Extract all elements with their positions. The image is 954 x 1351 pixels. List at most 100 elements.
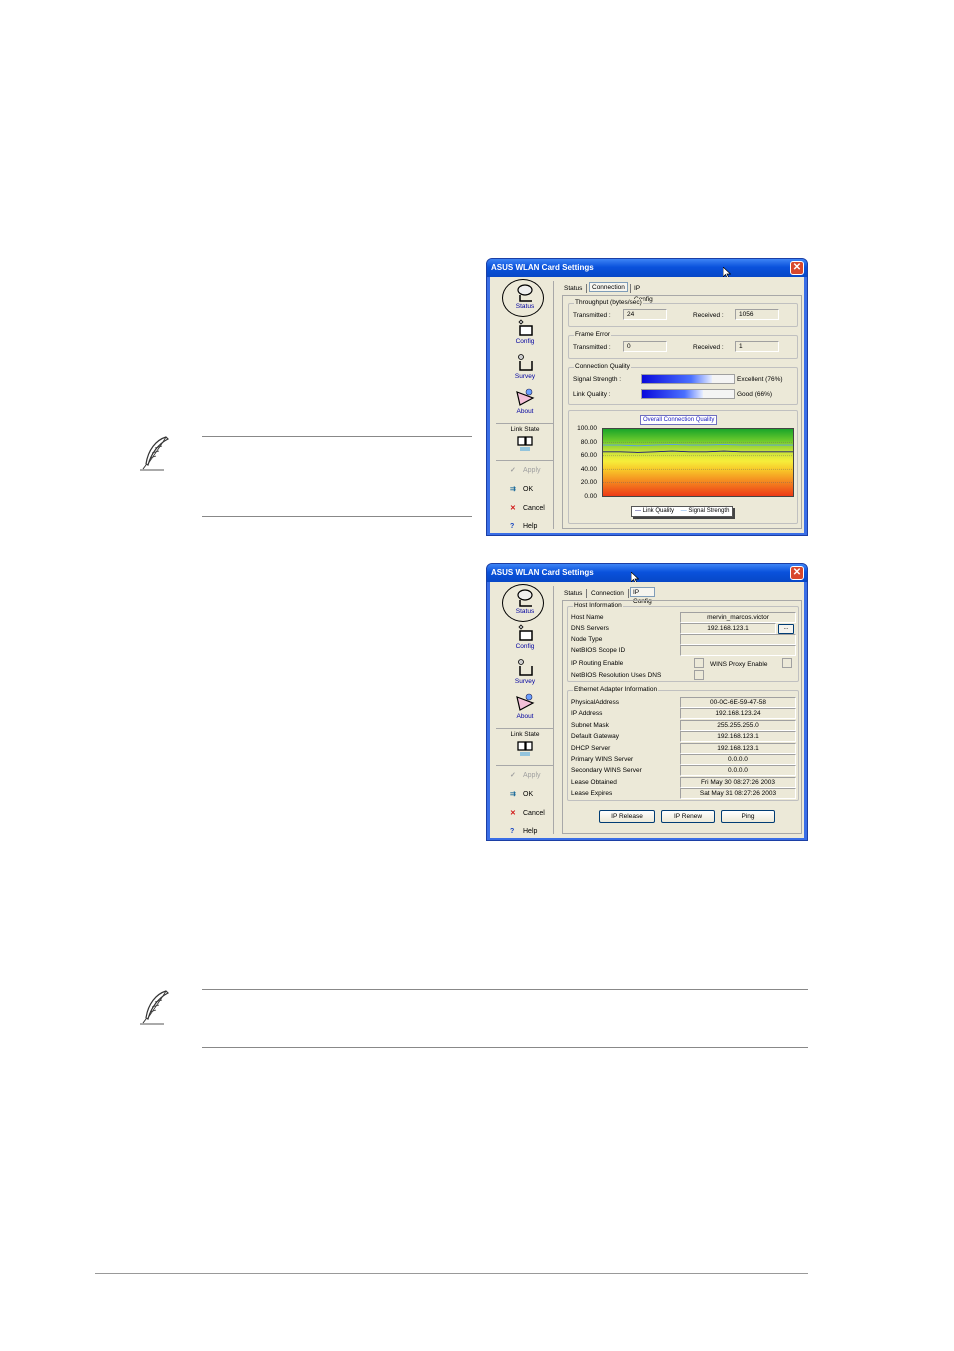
- dns-more-button[interactable]: ...: [778, 624, 794, 634]
- apply-check-icon: ✓: [510, 467, 516, 474]
- link-state-icon: [517, 436, 533, 451]
- throughput-group: Throughput (bytes/sec) Transmitted : 24 …: [568, 299, 798, 327]
- frame-error-transmitted-value: 0: [623, 341, 667, 352]
- tab-status[interactable]: Status: [562, 588, 584, 599]
- adapter-row-value: 0.0.0.0: [680, 754, 796, 765]
- signal-strength-label: Signal Strength :: [573, 376, 622, 383]
- help-button[interactable]: ? Help: [510, 828, 537, 835]
- ethernet-adapter-group: Ethernet Adapter Information PhysicalAdd…: [567, 686, 799, 801]
- legend-link-quality: Link Quality: [642, 508, 675, 514]
- close-button[interactable]: ✕: [790, 566, 804, 580]
- node-type-label: Node Type: [571, 636, 603, 643]
- sidebar-item-config[interactable]: Config: [496, 623, 554, 650]
- apply-button[interactable]: ✓ Apply: [510, 466, 541, 474]
- tab-ip-config[interactable]: IP Config: [632, 283, 655, 303]
- ok-label: OK: [523, 486, 534, 493]
- adapter-row-value: 192.168.123.1: [680, 742, 796, 754]
- link-state-icon: [517, 741, 533, 756]
- wins-proxy-checkbox[interactable]: [782, 658, 792, 668]
- sidebar-divider: [496, 460, 554, 461]
- throughput-title: Throughput (bytes/sec): [574, 299, 643, 306]
- tab-connection[interactable]: Connection: [589, 282, 628, 292]
- ip-routing-checkbox[interactable]: [694, 658, 704, 668]
- sidebar-label-status: Status: [515, 303, 535, 310]
- help-label: Help: [523, 523, 538, 530]
- throughput-transmitted-value: 24: [623, 309, 667, 320]
- overall-quality-chart: Overall Connection Quality 100.00 80.00 …: [568, 410, 798, 524]
- chart-legend: — Link Quality — Signal Strength: [631, 506, 734, 517]
- tab-status[interactable]: Status: [562, 283, 584, 294]
- adapter-row-value: Fri May 30 08:27:26 2003: [680, 776, 796, 788]
- link-state-label: Link State: [510, 426, 540, 433]
- about-icon: [516, 388, 535, 406]
- legend-line-signal-strength: —: [680, 508, 687, 514]
- sidebar-item-status[interactable]: Status: [496, 283, 554, 310]
- sidebar-label-config: Config: [515, 338, 535, 345]
- ok-button[interactable]: ⇉ OK: [510, 485, 533, 493]
- sidebar-label-config: Config: [515, 643, 535, 650]
- survey-icon: [518, 354, 533, 371]
- throughput-received-value: 1056: [735, 309, 779, 320]
- link-state-label: Link State: [510, 731, 540, 738]
- ip-release-button[interactable]: IP Release: [599, 810, 655, 823]
- config-icon: [518, 319, 533, 336]
- adapter-row-value: 255.255.255.0: [680, 719, 796, 731]
- ip-routing-label: IP Routing Enable: [571, 660, 624, 667]
- tab-ip-config[interactable]: IP Config: [630, 587, 655, 605]
- y-tick: 80.00: [580, 439, 597, 446]
- sidebar-item-survey[interactable]: Survey: [496, 353, 554, 380]
- link-state: Link State: [496, 426, 554, 453]
- sidebar-item-about[interactable]: About: [496, 693, 554, 720]
- node-type-value: [680, 634, 796, 645]
- y-tick: 40.00: [580, 466, 597, 473]
- adapter-row-label: IP Address: [571, 710, 603, 718]
- ping-button[interactable]: Ping: [721, 810, 775, 823]
- window-title: ASUS WLAN Card Settings: [491, 568, 594, 577]
- host-information-title: Host Information: [573, 602, 623, 609]
- close-button[interactable]: ✕: [790, 261, 804, 275]
- connection-quality-group: Connection Quality Signal Strength : Exc…: [568, 363, 798, 405]
- apply-label: Apply: [523, 467, 541, 474]
- host-name-label: Host Name: [571, 614, 604, 621]
- ethernet-adapter-title: Ethernet Adapter Information: [573, 686, 659, 693]
- sidebar-item-about[interactable]: About: [496, 388, 554, 415]
- dns-servers-label: DNS Servers: [571, 625, 609, 632]
- sidebar-item-config[interactable]: Config: [496, 318, 554, 345]
- title-bar[interactable]: ASUS WLAN Card Settings ✕: [487, 259, 807, 279]
- chart-plot-area: [602, 428, 794, 497]
- adapter-row-label: Secondary WINS Server: [571, 767, 642, 775]
- apply-check-icon: ✓: [510, 772, 516, 779]
- wlan-settings-window-connection: ASUS WLAN Card Settings ✕ Status Config …: [486, 258, 808, 536]
- note-feather-icon: [140, 436, 170, 471]
- tab-connection[interactable]: Connection: [589, 588, 626, 599]
- title-bar[interactable]: ASUS WLAN Card Settings ✕: [487, 564, 807, 584]
- series-line-link-quality: [603, 450, 793, 453]
- survey-icon: [518, 659, 533, 676]
- apply-button[interactable]: ✓ Apply: [510, 771, 541, 779]
- tab-separator: [586, 589, 587, 598]
- sidebar-item-status[interactable]: Status: [496, 588, 554, 615]
- help-button[interactable]: ? Help: [510, 523, 537, 530]
- netbios-dns-checkbox[interactable]: [694, 670, 704, 680]
- ip-config-panel: Host Information Host Name mervin_marcos…: [562, 600, 802, 834]
- frame-error-title: Frame Error: [574, 331, 612, 338]
- adapter-row-value: 192.168.123.1: [680, 731, 796, 743]
- ip-renew-button[interactable]: IP Renew: [661, 810, 715, 823]
- wins-proxy-label: WINS Proxy Enable: [710, 661, 768, 668]
- link-quality-bar: [641, 389, 735, 399]
- sidebar-label-survey: Survey: [514, 373, 536, 380]
- note1-top-rule: [202, 436, 472, 437]
- netbios-scope-label: NetBIOS Scope ID: [571, 647, 626, 654]
- frame-error-received-label: Received :: [693, 344, 724, 351]
- window-title: ASUS WLAN Card Settings: [491, 263, 594, 272]
- cancel-button[interactable]: ✕ Cancel: [510, 809, 545, 817]
- y-tick: 20.00: [580, 479, 597, 486]
- sidebar-label-about: About: [516, 408, 534, 415]
- ok-button[interactable]: ⇉ OK: [510, 790, 533, 798]
- cancel-button[interactable]: ✕ Cancel: [510, 504, 545, 512]
- series-line-signal-strength: [603, 443, 793, 447]
- cancel-label: Cancel: [523, 505, 545, 512]
- y-tick: 100.00: [577, 425, 597, 432]
- sidebar-item-survey[interactable]: Survey: [496, 658, 554, 685]
- tab-separator: [630, 284, 631, 293]
